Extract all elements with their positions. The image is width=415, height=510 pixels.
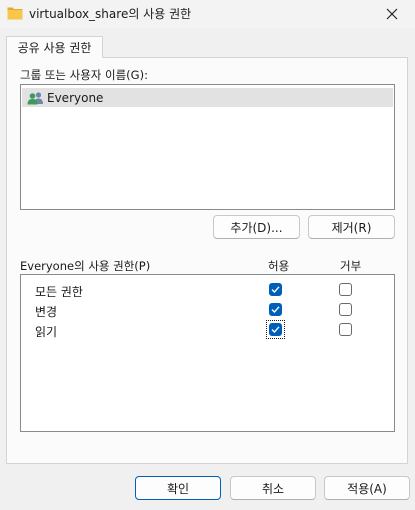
tab-share-permissions[interactable]: 공유 사용 권한 bbox=[6, 36, 103, 58]
list-item-everyone[interactable]: Everyone bbox=[22, 88, 393, 107]
tab-label: 공유 사용 권한 bbox=[17, 41, 92, 55]
permission-name-read: 읽기 bbox=[35, 325, 58, 339]
remove-button-label: 제거(R) bbox=[331, 220, 372, 235]
folder-icon bbox=[7, 7, 23, 20]
ok-button-label: 확인 bbox=[166, 481, 190, 496]
checkmark-icon bbox=[271, 306, 280, 314]
remove-button[interactable]: 제거(R) bbox=[308, 215, 395, 239]
checkmark-icon bbox=[271, 326, 280, 334]
close-icon bbox=[386, 8, 398, 20]
deny-checkbox-full-control[interactable] bbox=[339, 283, 352, 296]
allow-checkbox-full-control[interactable] bbox=[269, 283, 282, 296]
add-button[interactable]: 추가(D)... bbox=[213, 215, 300, 239]
add-button-label: 추가(D)... bbox=[230, 220, 283, 235]
deny-checkbox-read[interactable] bbox=[339, 323, 352, 336]
close-button[interactable] bbox=[369, 0, 415, 28]
allow-column-header: 허용 bbox=[268, 259, 290, 273]
ok-button[interactable]: 확인 bbox=[135, 476, 221, 500]
allow-checkbox-read[interactable] bbox=[269, 323, 282, 336]
window-title: virtualbox_share의 사용 권한 bbox=[29, 7, 192, 21]
title-bar: virtualbox_share의 사용 권한 bbox=[0, 0, 415, 28]
group-user-list[interactable]: Everyone bbox=[20, 84, 395, 210]
permission-name-change: 변경 bbox=[35, 305, 58, 319]
list-item-label: Everyone bbox=[47, 90, 104, 105]
allow-checkbox-change[interactable] bbox=[269, 303, 282, 316]
apply-button-label: 적용(A) bbox=[347, 481, 387, 496]
group-list-label: 그룹 또는 사용자 이름(G): bbox=[20, 68, 148, 82]
checkmark-icon bbox=[271, 286, 280, 294]
cancel-button-label: 취소 bbox=[261, 481, 285, 496]
permission-name-full-control: 모든 권한 bbox=[35, 285, 83, 299]
deny-checkbox-change[interactable] bbox=[339, 303, 352, 316]
permissions-label: Everyone의 사용 권한(P) bbox=[20, 259, 151, 273]
deny-column-header: 거부 bbox=[340, 259, 362, 273]
cancel-button[interactable]: 취소 bbox=[230, 476, 316, 500]
apply-button[interactable]: 적용(A) bbox=[324, 476, 410, 500]
permissions-list: 모든 권한 변경 읽기 bbox=[20, 274, 395, 432]
users-icon bbox=[27, 91, 43, 104]
